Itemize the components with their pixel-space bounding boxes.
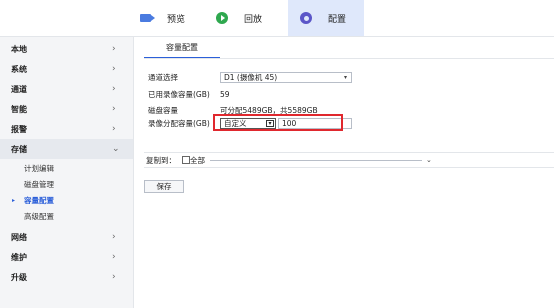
chevron-down-icon: ⌄: [112, 144, 120, 154]
tab-playback[interactable]: 回放: [216, 0, 262, 36]
chevron-right-icon: ›: [112, 252, 116, 262]
camera-icon: [140, 14, 155, 22]
chevron-right-icon: ›: [112, 124, 116, 134]
channel-select-value: D1 (摄像机 45): [224, 72, 278, 82]
sidebar-item-label: 系统: [11, 64, 27, 74]
sidebar-item-label: 通道: [11, 84, 27, 94]
sidebar-item-upgrade[interactable]: 升级 ›: [0, 267, 133, 287]
sidebar-item-channel[interactable]: 通道 ›: [0, 79, 133, 99]
sidebar-subitem-label: 磁盘管理: [24, 179, 54, 189]
active-marker-icon: ▸: [12, 196, 16, 204]
tab-config[interactable]: 配置: [288, 0, 364, 36]
sidebar-item-label: 智能: [11, 104, 27, 114]
tab-divider: [144, 58, 554, 59]
tab-preview[interactable]: 预览: [140, 0, 185, 36]
copy-target-select[interactable]: [210, 160, 422, 161]
sidebar-item-label: 本地: [11, 44, 27, 54]
play-icon: [216, 12, 228, 24]
chevron-right-icon: ›: [112, 84, 116, 94]
highlight-box: [213, 114, 343, 131]
sidebar-subitem-advanced[interactable]: 高级配置: [0, 209, 133, 223]
tab-config-label: 配置: [328, 14, 347, 25]
sidebar-item-storage[interactable]: 存储 ⌄: [0, 139, 133, 159]
sidebar-item-label: 报警: [11, 124, 27, 134]
sidebar-item-label: 网络: [11, 232, 27, 242]
sidebar-subitem-capacity[interactable]: ▸ 容量配置: [0, 193, 133, 207]
tab-playback-label: 回放: [244, 14, 263, 25]
used-label: 已用录像容量(GB): [148, 89, 210, 99]
used-value: 59: [220, 89, 230, 99]
main-panel: 容量配置 通道选择 D1 (摄像机 45) ▾ 已用录像容量(GB) 59 磁盘…: [134, 37, 554, 308]
sidebar-subitem-label: 容量配置: [24, 195, 54, 205]
sidebar-item-label: 升级: [11, 272, 27, 282]
top-nav-bar: 预览 回放 配置: [0, 0, 554, 37]
copy-to-label: 复制到：: [146, 155, 176, 165]
sidebar-item-system[interactable]: 系统 ›: [0, 59, 133, 79]
caret-down-icon: ▾: [343, 73, 347, 81]
sidebar-subitem-label: 计划编辑: [24, 163, 54, 173]
sidebar-item-local[interactable]: 本地 ›: [0, 39, 133, 59]
sidebar-item-smart[interactable]: 智能 ›: [0, 99, 133, 119]
disk-label: 磁盘容量: [148, 105, 178, 115]
chevron-down-icon[interactable]: ⌄: [426, 156, 432, 164]
copy-all-checkbox[interactable]: [182, 156, 190, 164]
channel-label: 通道选择: [148, 72, 178, 82]
gear-icon: [300, 12, 312, 24]
chevron-right-icon: ›: [112, 272, 116, 282]
chevron-right-icon: ›: [112, 44, 116, 54]
tab-capacity-config[interactable]: 容量配置: [144, 37, 220, 59]
alloc-label: 录像分配容量(GB): [148, 118, 210, 128]
sidebar-item-maintenance[interactable]: 维护 ›: [0, 247, 133, 267]
sidebar-subitem-disk[interactable]: 磁盘管理: [0, 177, 133, 191]
sidebar-item-label: 维护: [11, 252, 27, 262]
sidebar: 本地 › 系统 › 通道 › 智能 › 报警 › 存储 ⌄ 计划编辑 磁盘管理 …: [0, 37, 134, 308]
sidebar-subitem-label: 高级配置: [24, 211, 54, 221]
tab-preview-label: 预览: [167, 14, 186, 25]
sidebar-item-label: 存储: [11, 144, 27, 154]
chevron-right-icon: ›: [112, 104, 116, 114]
channel-select[interactable]: D1 (摄像机 45) ▾: [220, 71, 352, 83]
chevron-right-icon: ›: [112, 64, 116, 74]
chevron-right-icon: ›: [112, 232, 116, 242]
copy-to-row: 复制到： 全部 ⌄: [144, 152, 554, 168]
sidebar-subitem-schedule[interactable]: 计划编辑: [0, 161, 133, 175]
save-button[interactable]: 保存: [144, 180, 184, 193]
sidebar-item-alarm[interactable]: 报警 ›: [0, 119, 133, 139]
copy-all-label: 全部: [190, 155, 205, 165]
sidebar-item-network[interactable]: 网络 ›: [0, 227, 133, 247]
